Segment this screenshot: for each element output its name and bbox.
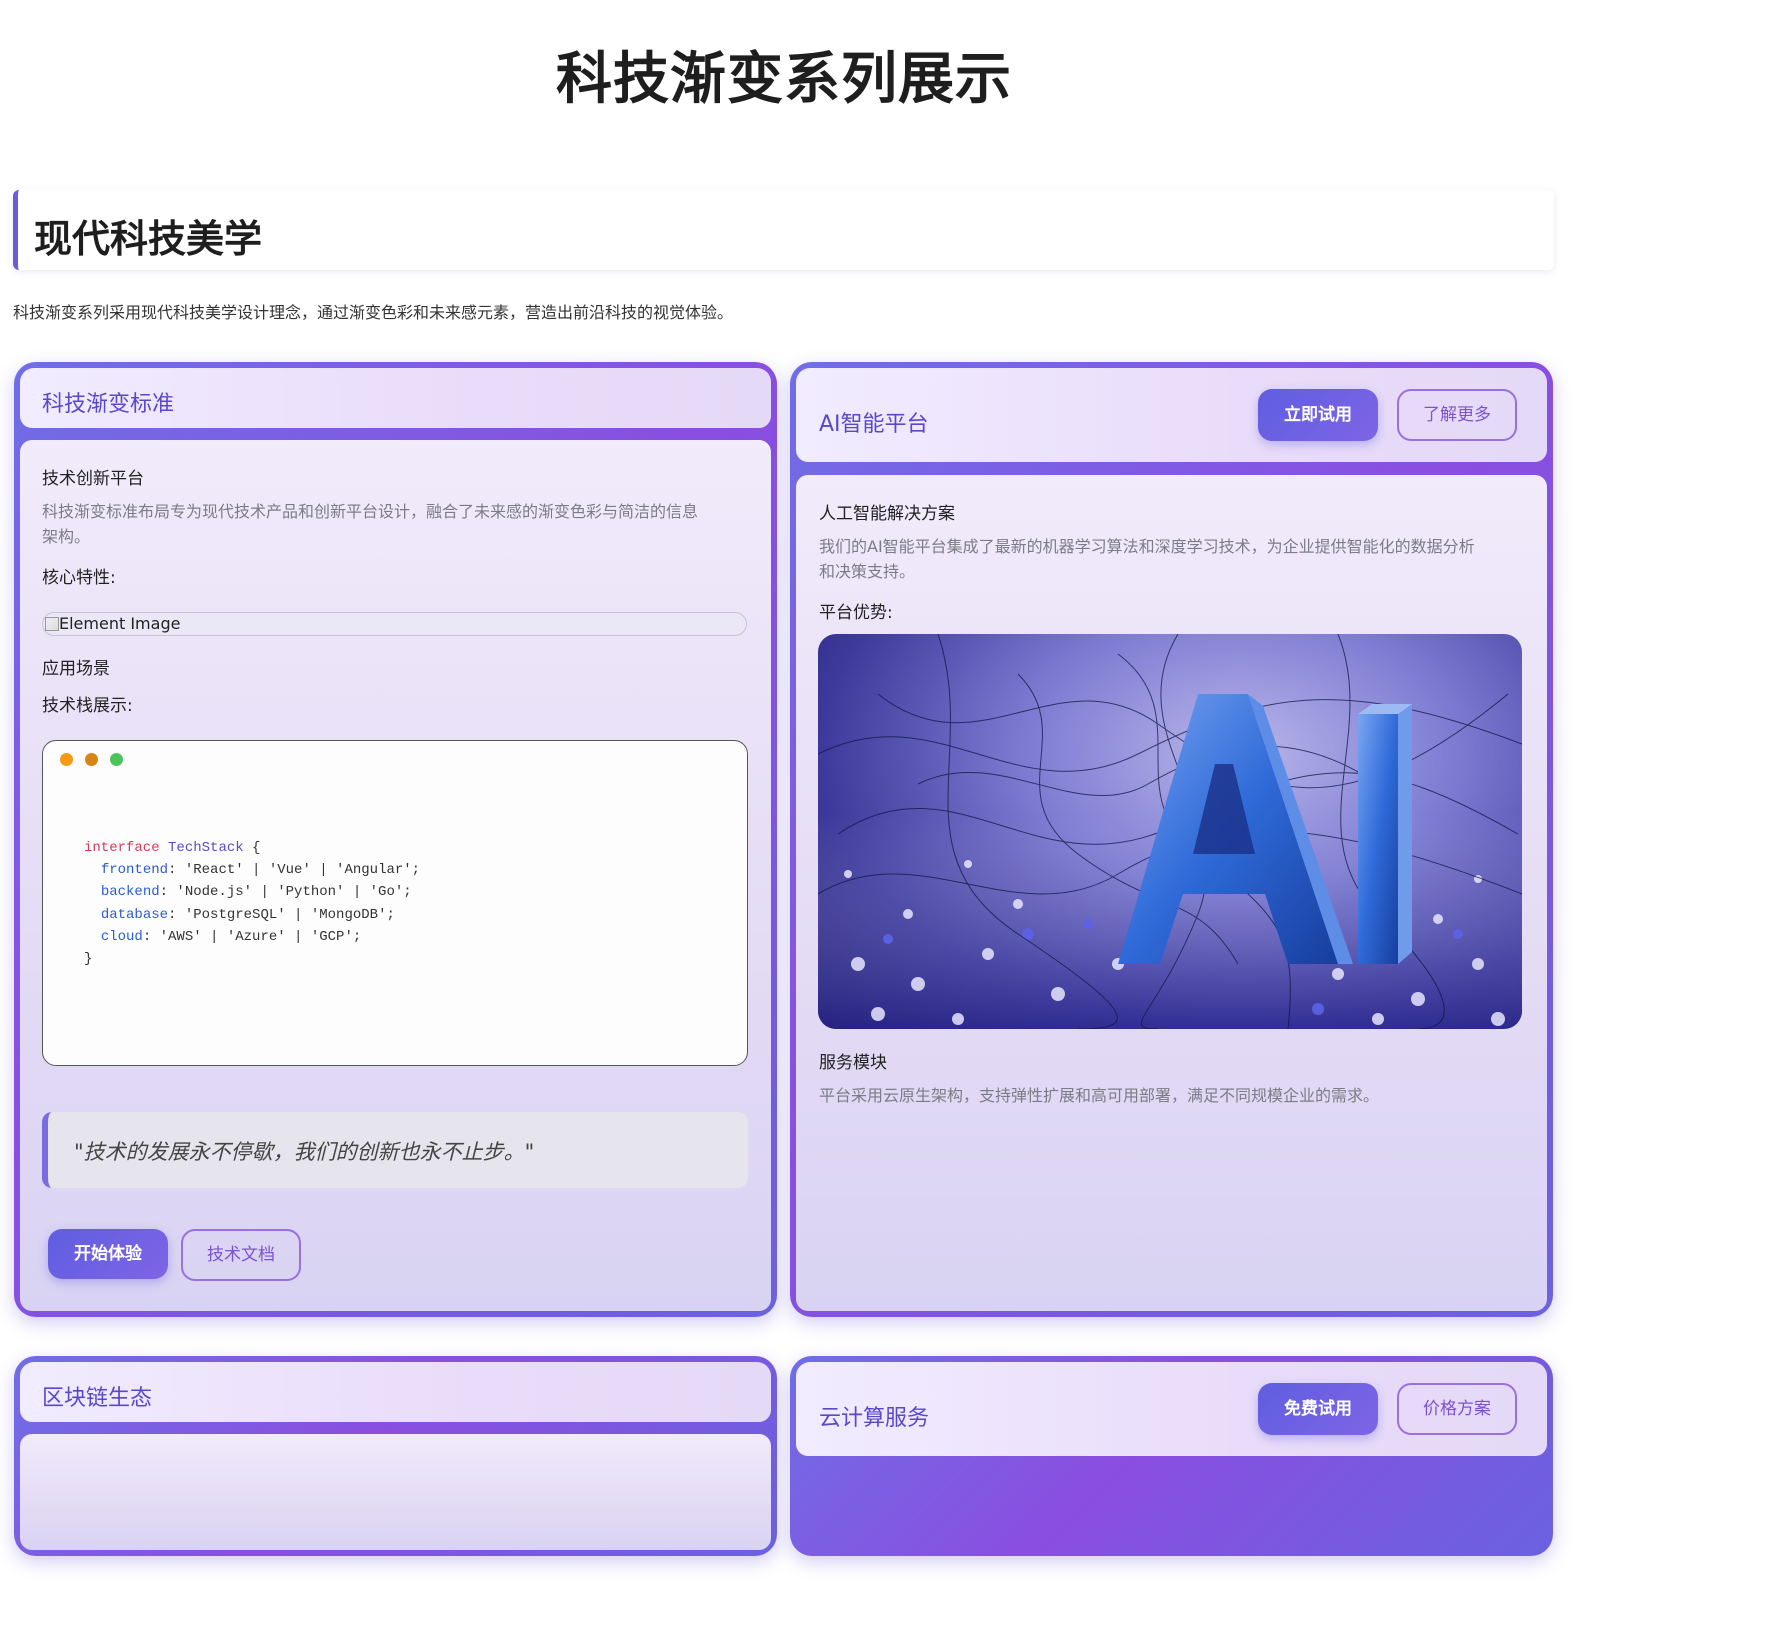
card-tech-standard: 科技渐变标准 技术创新平台 科技渐变标准布局专为现代技术产品和创新平台设计，融合… [14,362,777,1317]
tech-docs-button[interactable]: 技术文档 [181,1229,301,1281]
element-image: Element Image [42,612,747,636]
description-line: 我们的AI智能平台集成了最新的机器学习算法和深度学习技术，为企业提供智能化的数据… [819,537,1475,556]
card-title: 区块链生态 [42,1386,153,1411]
code-keyword: interface [84,840,160,856]
card-header: 科技渐变标准 [20,368,771,428]
card-subtitle: 技术创新平台 [42,469,144,489]
card-header: AI智能平台 立即试用 了解更多 [796,368,1547,462]
card-ai-platform: AI智能平台 立即试用 了解更多 人工智能解决方案 我们的AI智能平台集成了最新… [790,362,1553,1317]
scenarios-label: 应用场景 [42,659,110,679]
card-header: 区块链生态 [20,1362,771,1422]
features-label: 核心特性: [42,568,116,588]
code-value: : 'Node.js' | 'Python' | 'Go'; [159,884,412,901]
window-dot-green-icon [110,753,123,766]
description-line: 架构。 [42,527,91,546]
advantages-label: 平台优势: [819,603,893,623]
section-description: 科技渐变系列采用现代科技美学设计理念，通过渐变色彩和未来感元素，营造出前沿科技的… [13,303,734,322]
ai-hero-image: AI [818,634,1522,1029]
card-subtitle: 人工智能解决方案 [819,504,955,524]
start-experience-button[interactable]: 开始体验 [48,1229,168,1279]
code-text: { [243,840,261,856]
code-property: cloud [100,928,143,945]
card-description: 科技渐变标准布局专为现代技术产品和创新平台设计，融合了未来感的渐变色彩与简洁的信… [42,499,752,549]
code-type: TechStack [168,840,244,856]
try-now-button[interactable]: 立即试用 [1258,389,1378,441]
code-property: database [100,906,169,923]
card-title: 云计算服务 [819,1406,930,1431]
code-value: : 'AWS' | 'Azure' | 'GCP'; [142,928,362,945]
ai-illustration: AI [818,634,1522,1029]
code-property: frontend [100,862,169,879]
code-block: interface TechStack { frontend: 'React' … [84,837,420,970]
section-title: 现代科技美学 [34,217,263,261]
card-header: 云计算服务 免费试用 价格方案 [796,1362,1547,1456]
card-title: AI智能平台 [819,412,929,437]
card-description: 我们的AI智能平台集成了最新的机器学习算法和深度学习技术，为企业提供智能化的数据… [819,534,1529,584]
free-trial-button[interactable]: 免费试用 [1258,1383,1378,1435]
broken-image-icon [45,617,59,631]
description-line: 和决策支持。 [819,562,916,581]
image-alt-text: Element Image [59,614,181,633]
quote-text: "技术的发展永不停歇，我们的创新也永不止步。" [74,1140,535,1164]
window-dot-yellow-icon [85,753,98,766]
service-module-description: 平台采用云原生架构，支持弹性扩展和高可用部署，满足不同规模企业的需求。 [819,1086,1380,1105]
quote-block: "技术的发展永不停歇，我们的创新也永不止步。" [42,1112,748,1188]
card-body [20,1434,771,1550]
learn-more-button[interactable]: 了解更多 [1397,389,1517,441]
page-title: 科技渐变系列展示 [556,47,1012,112]
card-body: 技术创新平台 科技渐变标准布局专为现代技术产品和创新平台设计，融合了未来感的渐变… [20,440,771,1311]
section-header: 现代科技美学 [13,190,1554,270]
window-dot-red-icon [60,753,73,766]
card-body: 人工智能解决方案 我们的AI智能平台集成了最新的机器学习算法和深度学习技术，为企… [796,475,1547,1311]
code-value: : 'PostgreSQL' | 'MongoDB'; [168,906,395,923]
pricing-button[interactable]: 价格方案 [1397,1383,1517,1435]
code-text: } [84,951,93,968]
tech-stack-label: 技术栈展示: [42,696,133,716]
service-module-label: 服务模块 [819,1053,887,1073]
card-blockchain: 区块链生态 [14,1356,777,1556]
code-window: interface TechStack { frontend: 'React' … [42,740,748,1066]
card-cloud: 云计算服务 免费试用 价格方案 [790,1356,1553,1556]
code-property: backend [100,884,160,901]
card-title: 科技渐变标准 [42,392,175,417]
description-line: 科技渐变标准布局专为现代技术产品和创新平台设计，融合了未来感的渐变色彩与简洁的信… [42,502,699,521]
code-value: : 'React' | 'Vue' | 'Angular'; [168,862,421,879]
